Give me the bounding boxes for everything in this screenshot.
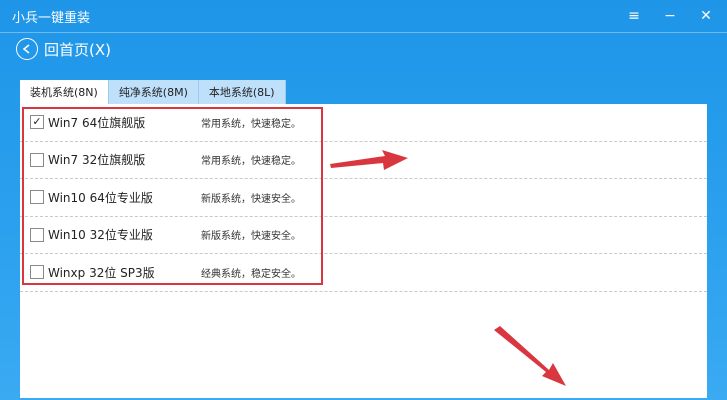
option-description: 常用系统，快速稳定。 [201, 156, 301, 168]
option-name: Win10 32位专业版 [48, 228, 153, 243]
close-icon[interactable]: ✕ [693, 4, 719, 28]
title-bar: 小兵一键重装 ≡ − ✕ [0, 0, 727, 32]
back-arrow-icon [16, 38, 38, 60]
system-option[interactable]: Winxp 32位 SP3版 经典系统，稳定安全。 [20, 254, 707, 292]
option-description: 常用系统，快速稳定。 [201, 118, 301, 130]
option-name: Winxp 32位 SP3版 [48, 265, 155, 280]
option-checkbox[interactable]: ✓ [30, 115, 44, 130]
option-checkbox[interactable] [30, 265, 44, 280]
back-home-button[interactable]: 回首页(X) [16, 38, 111, 60]
system-option[interactable]: ✓ Win7 64位旗舰版 常用系统，快速稳定。 [20, 104, 707, 142]
system-option[interactable]: Win10 64位专业版 新版系统，快速安全。 [20, 179, 707, 217]
tab-bar: 装机系统(8N) 纯净系统(8M) 本地系统(8L) [20, 80, 286, 104]
minimize-icon[interactable]: − [657, 4, 683, 28]
system-list: ✓ Win7 64位旗舰版 常用系统，快速稳定。 Win7 32位旗舰版 常用系… [20, 104, 707, 292]
menu-icon[interactable]: ≡ [621, 4, 647, 28]
window-controls: ≡ − ✕ [621, 4, 719, 28]
option-name: Win7 64位旗舰版 [48, 115, 146, 130]
divider [0, 32, 727, 33]
option-name: Win10 64位专业版 [48, 190, 153, 205]
system-option[interactable]: Win10 32位专业版 新版系统，快速安全。 [20, 217, 707, 254]
tab-install-systems[interactable]: 装机系统(8N) [20, 80, 109, 104]
system-option[interactable]: Win7 32位旗舰版 常用系统，快速稳定。 [20, 142, 707, 179]
back-label: 回首页(X) [44, 40, 111, 59]
option-name: Win7 32位旗舰版 [48, 153, 146, 168]
option-checkbox[interactable] [30, 190, 44, 205]
checkmark-icon: ✓ [32, 115, 42, 129]
tab-clean-systems[interactable]: 纯净系统(8M) [108, 80, 199, 104]
app-title: 小兵一键重装 [12, 11, 91, 26]
option-description: 新版系统，快速安全。 [201, 231, 301, 243]
option-description: 经典系统，稳定安全。 [201, 268, 301, 280]
system-list-panel: ✓ Win7 64位旗舰版 常用系统，快速稳定。 Win7 32位旗舰版 常用系… [20, 104, 707, 398]
option-description: 新版系统，快速安全。 [201, 193, 301, 205]
option-checkbox[interactable] [30, 152, 44, 167]
tab-local-systems[interactable]: 本地系统(8L) [198, 80, 286, 104]
option-checkbox[interactable] [30, 227, 44, 242]
